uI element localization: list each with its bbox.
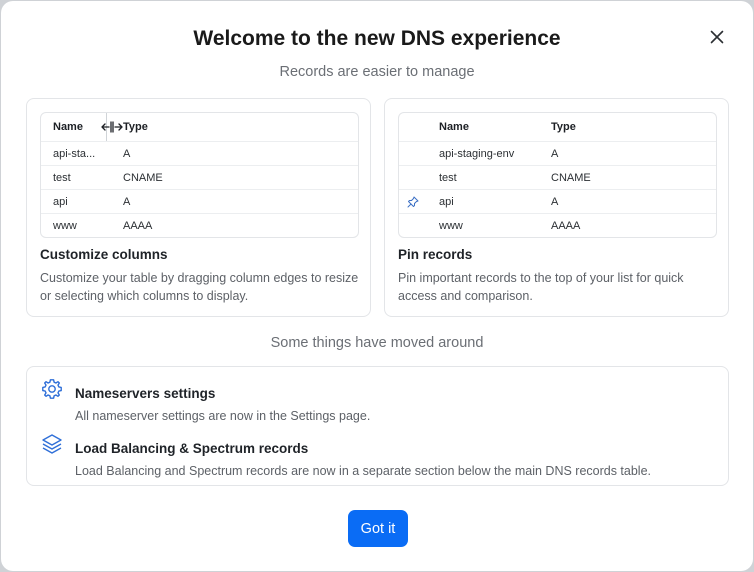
record-name: api — [53, 195, 68, 208]
record-type: CNAME — [123, 171, 163, 184]
table-row: api-sta... A — [41, 141, 358, 165]
dialog-subtitle: Records are easier to manage — [279, 64, 475, 80]
feature-description: Customize your table by dragging column … — [40, 271, 359, 303]
table-row: www AAAA — [41, 213, 358, 237]
table-row: test CNAME — [399, 165, 716, 189]
record-type: CNAME — [551, 171, 591, 184]
record-name: test — [439, 171, 457, 184]
table-header-row: Name Type — [399, 113, 716, 141]
layers-icon — [40, 432, 64, 456]
feature-card-pin-records: Name Type api-staging-env A test CNAME a… — [384, 98, 729, 317]
record-name: api-sta... — [53, 147, 96, 160]
feature-title: Pin records — [398, 247, 473, 262]
moved-item-title: Load Balancing & Spectrum records — [75, 441, 309, 456]
column-resize-handle[interactable] — [101, 117, 123, 137]
got-it-button[interactable]: Got it — [348, 510, 408, 547]
moved-section-title: Some things have moved around — [270, 335, 484, 351]
moved-item-nameservers: Nameservers settings All nameserver sett… — [27, 375, 727, 425]
moved-item-description: Load Balancing and Spectrum records are … — [75, 464, 652, 478]
feature-card-customize-columns: Name Type api-sta... A test CNAME api A … — [26, 98, 371, 317]
dialog-title: Welcome to the new DNS experience — [193, 27, 561, 50]
record-name: api — [439, 195, 454, 208]
moved-item-description: All nameserver settings are now in the S… — [75, 409, 371, 423]
feature-description: Pin important records to the top of your… — [398, 271, 684, 303]
moved-item-load-balancing: Load Balancing & Spectrum records Load B… — [27, 430, 727, 480]
record-name: api-staging-env — [439, 147, 515, 160]
record-type: A — [551, 147, 559, 160]
record-name: test — [53, 171, 71, 184]
record-name: www — [439, 219, 463, 232]
column-header-type: Type — [123, 121, 148, 133]
column-header-name: Name — [53, 121, 83, 133]
record-type: AAAA — [123, 219, 153, 232]
pin-records-table: Name Type api-staging-env A test CNAME a… — [398, 112, 717, 238]
pin-button[interactable] — [407, 190, 419, 213]
record-name: www — [53, 219, 77, 232]
record-type: A — [123, 195, 131, 208]
record-type: AAAA — [551, 219, 581, 232]
column-resize-icon — [101, 121, 123, 133]
customize-columns-table: Name Type api-sta... A test CNAME api A … — [40, 112, 359, 238]
table-row: api-staging-env A — [399, 141, 716, 165]
feature-title: Customize columns — [40, 247, 168, 262]
pin-icon — [407, 196, 419, 207]
moved-items-card: Nameservers settings All nameserver sett… — [26, 366, 729, 486]
table-header-row: Name Type — [41, 113, 358, 141]
table-row: api A — [41, 189, 358, 213]
record-type: A — [123, 147, 131, 160]
moved-item-title: Nameservers settings — [75, 386, 216, 401]
column-header-name: Name — [439, 121, 469, 133]
table-row: test CNAME — [41, 165, 358, 189]
record-type: A — [551, 195, 559, 208]
table-row-pinned: api A — [399, 189, 716, 213]
table-row: www AAAA — [399, 213, 716, 237]
column-header-type: Type — [551, 121, 576, 133]
gear-icon — [40, 377, 64, 401]
welcome-dialog: Welcome to the new DNS experience Record… — [1, 1, 753, 571]
